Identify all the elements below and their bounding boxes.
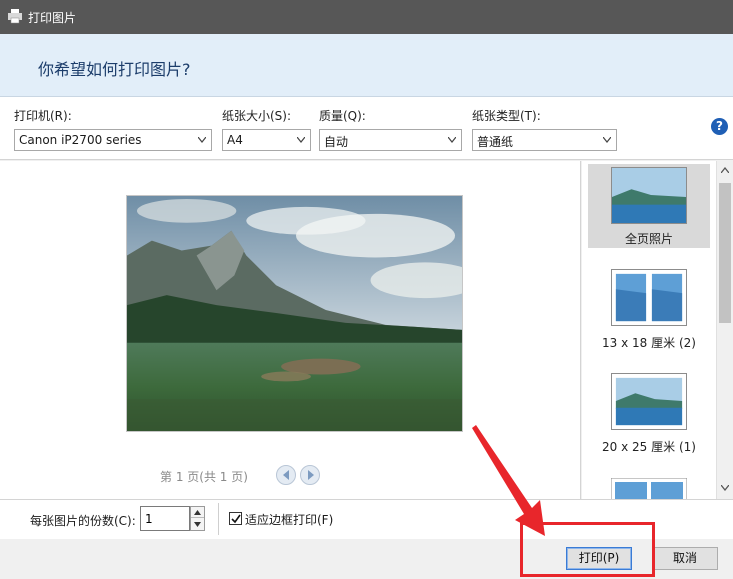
paper-type-label: 纸张类型(T):: [472, 109, 541, 123]
scroll-up-icon[interactable]: [721, 167, 729, 173]
printer-icon: [8, 9, 22, 24]
next-page-button[interactable]: [300, 465, 320, 485]
copies-row: 每张图片的份数(C): 适应边框打印(F): [0, 499, 733, 539]
title-bar: 打印图片: [0, 0, 733, 34]
help-icon[interactable]: ?: [711, 118, 728, 135]
copies-stepper[interactable]: [190, 506, 205, 531]
scroll-down-icon[interactable]: [721, 485, 729, 491]
dialog-header: 你希望如何打印图片?: [0, 34, 733, 97]
copies-label: 每张图片的份数(C):: [30, 514, 136, 528]
layout-item-full-page[interactable]: 全页照片: [588, 164, 710, 248]
arrow-left-icon: [283, 470, 289, 480]
layout-item-20x25[interactable]: 20 x 25 厘米 (1): [588, 373, 710, 457]
paper-type-select[interactable]: 普通纸: [472, 129, 617, 151]
layout-label: 13 x 18 厘米 (2): [602, 336, 696, 350]
layout-thumbnail: [611, 373, 687, 430]
scrollbar-thumb[interactable]: [719, 183, 731, 323]
arrow-right-icon: [308, 470, 314, 480]
cancel-button[interactable]: 取消: [652, 547, 718, 570]
fit-to-frame-label[interactable]: 适应边框打印(F): [245, 511, 333, 528]
quality-select[interactable]: 自动: [319, 129, 462, 151]
printer-value: Canon iP2700 series: [19, 133, 142, 147]
fit-to-frame-checkbox[interactable]: [229, 512, 242, 525]
increment-button[interactable]: [191, 507, 204, 518]
chevron-down-icon: [198, 137, 206, 143]
preview-photo: [126, 195, 463, 432]
layout-thumbnail-partial: [611, 478, 687, 499]
layout-list: 全页照片 13 x 18 厘米 (2) 20 x 25 厘米 (1): [582, 161, 716, 499]
paper-type-value: 普通纸: [477, 135, 514, 149]
print-button[interactable]: 打印(P): [566, 547, 632, 570]
layout-label: 20 x 25 厘米 (1): [602, 440, 696, 454]
quality-value: 自动: [324, 135, 349, 149]
layout-label: 全页照片: [624, 232, 673, 246]
divider: [218, 503, 219, 535]
caret-down-icon: [194, 522, 201, 527]
window-title: 打印图片: [28, 11, 77, 25]
checkmark-icon: [231, 514, 241, 524]
copies-input[interactable]: [140, 506, 190, 531]
previous-page-button[interactable]: [276, 465, 296, 485]
chevron-down-icon: [448, 137, 456, 143]
page-indicator: 第 1 页(共 1 页): [160, 470, 248, 484]
decrement-button[interactable]: [191, 519, 204, 530]
chevron-down-icon: [603, 137, 611, 143]
layout-item-13x18[interactable]: 13 x 18 厘米 (2): [588, 269, 710, 353]
print-preview: 第 1 页(共 1 页): [0, 161, 581, 499]
paper-size-label: 纸张大小(S):: [222, 109, 292, 123]
quality-label: 质量(Q):: [319, 109, 366, 123]
printer-select[interactable]: Canon iP2700 series: [14, 129, 212, 151]
layout-thumbnail: [611, 167, 687, 224]
print-options: 打印机(R): Canon iP2700 series 纸张大小(S): A4 …: [0, 97, 733, 160]
printer-label: 打印机(R):: [14, 109, 72, 123]
chevron-down-icon: [297, 137, 305, 143]
dialog-footer: 打印(P) 取消: [0, 539, 733, 579]
layout-scrollbar[interactable]: [716, 161, 733, 499]
layout-thumbnail: [611, 269, 687, 326]
caret-up-icon: [194, 510, 201, 515]
paper-size-select[interactable]: A4: [222, 129, 311, 151]
paper-size-value: A4: [227, 133, 243, 147]
dialog-heading: 你希望如何打印图片?: [38, 60, 191, 79]
